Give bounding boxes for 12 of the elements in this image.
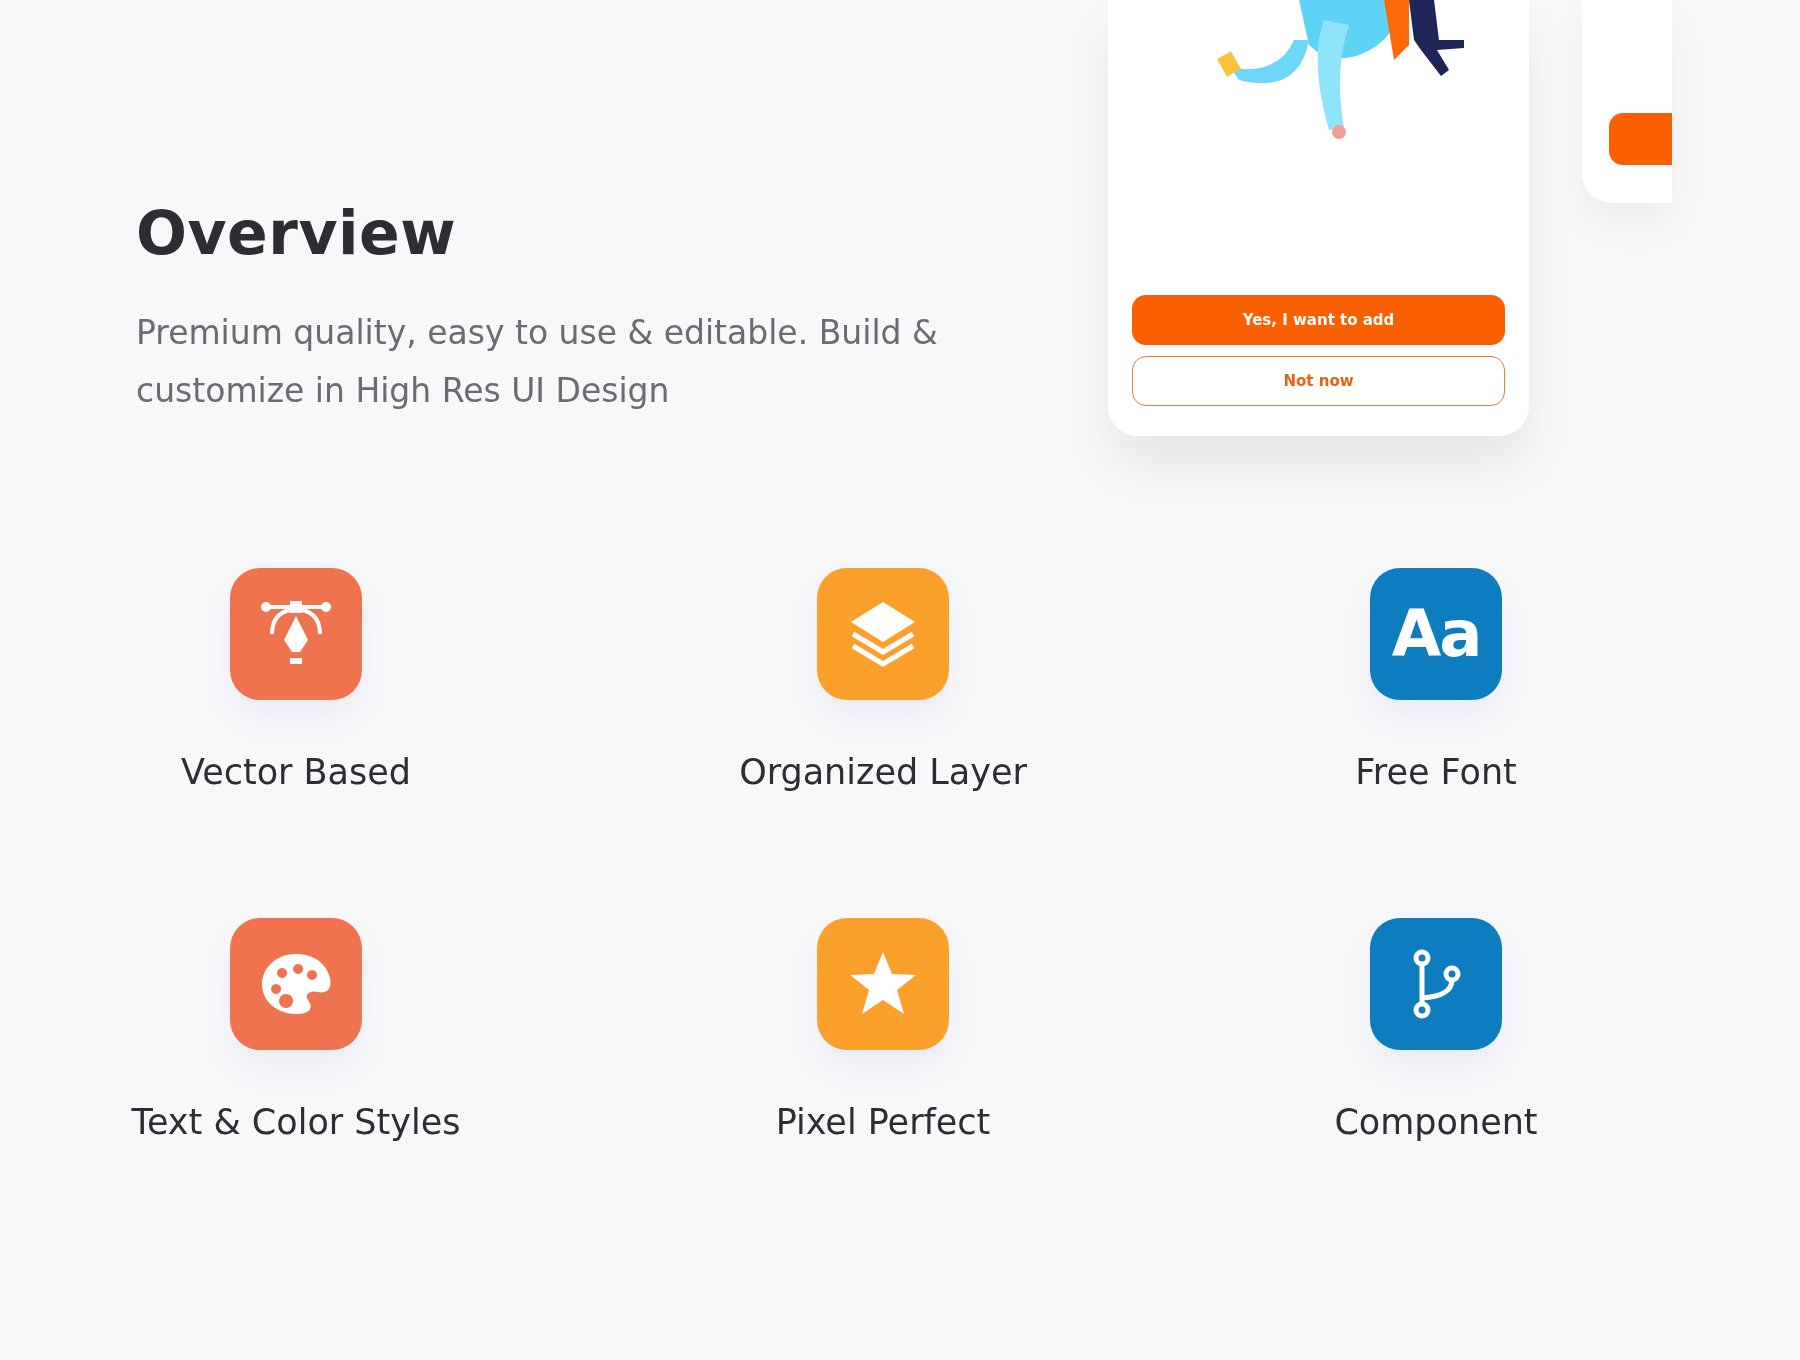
font-icon: Aa xyxy=(1391,597,1481,671)
feature-label: Pixel Perfect xyxy=(775,1102,991,1142)
confirm-button[interactable]: Yes, I want to add xyxy=(1132,295,1505,345)
feature-label: Vector Based xyxy=(180,752,412,792)
feature-label: Free Font xyxy=(1355,752,1517,792)
section-title: Overview xyxy=(136,198,458,268)
feature-label: Text & Color Styles xyxy=(131,1102,461,1142)
feature-label: Organized Layer xyxy=(739,752,1027,792)
dismiss-button[interactable]: Not now xyxy=(1132,356,1505,406)
feature-label: Component xyxy=(1334,1102,1538,1142)
action-bar[interactable] xyxy=(1609,113,1672,165)
section-description: Premium quality, easy to use & editable. Build & customize in High Res UI Design xyxy=(136,312,939,412)
